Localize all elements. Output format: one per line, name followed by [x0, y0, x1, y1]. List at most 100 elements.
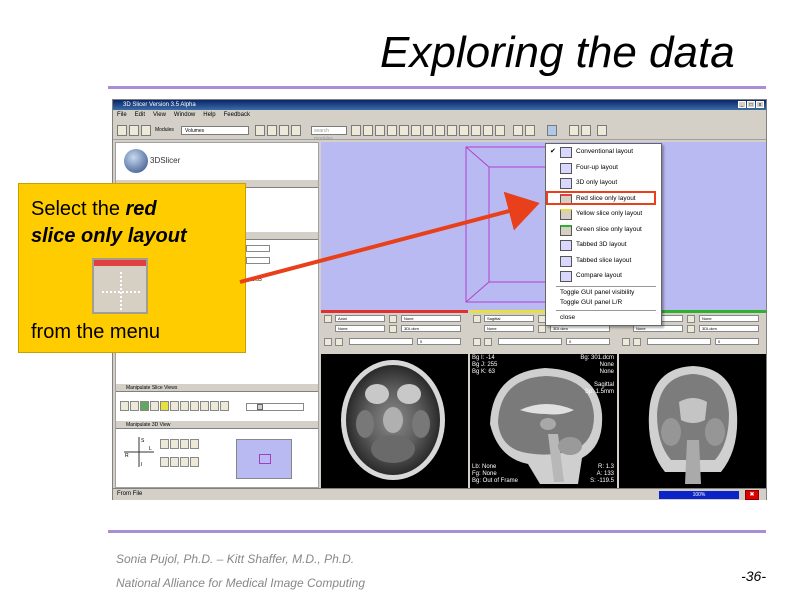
- menu-item-yellow-slice-only-layout[interactable]: Yellow slice only layout: [546, 207, 661, 223]
- tool-button-8[interactable]: [435, 125, 445, 136]
- view3d-tool-8[interactable]: [190, 456, 199, 467]
- tool-button-9[interactable]: [447, 125, 457, 136]
- menu-item-close[interactable]: close: [560, 314, 575, 321]
- yellow-bg-select[interactable]: 3DI.dcm: [550, 325, 610, 332]
- yellow-pin-icon[interactable]: [473, 315, 481, 323]
- module-select[interactable]: Volumes: [181, 126, 249, 135]
- slice-slider[interactable]: [246, 403, 304, 411]
- tool-button-13[interactable]: [495, 125, 505, 136]
- view3d-tool-5[interactable]: [160, 456, 169, 467]
- red-slice-view[interactable]: [321, 354, 468, 488]
- red-bg-select[interactable]: 3DI.dcm: [401, 325, 461, 332]
- slice-tool-1[interactable]: [120, 401, 129, 411]
- red-fg-select[interactable]: None: [401, 315, 461, 322]
- red-fg-icon[interactable]: [389, 315, 397, 323]
- tool-button-1[interactable]: [351, 125, 361, 136]
- yellow-visibility-icon[interactable]: [484, 338, 492, 346]
- green-visibility-icon[interactable]: [633, 338, 641, 346]
- menu-item-tabbed-3d-layout[interactable]: Tabbed 3D layout: [546, 238, 661, 254]
- layout-menu-button[interactable]: [547, 125, 557, 136]
- redo-button[interactable]: [525, 125, 535, 136]
- green-fg-select[interactable]: None: [699, 315, 759, 322]
- view3d-thumbnail[interactable]: [236, 439, 292, 479]
- slice-tool-2[interactable]: [130, 401, 139, 411]
- prev-module-button[interactable]: [255, 125, 265, 136]
- yellow-offset-value[interactable]: 0: [566, 338, 610, 345]
- green-bg-icon[interactable]: [687, 325, 695, 333]
- view3d-tool-6[interactable]: [170, 456, 179, 467]
- red-orientation-select[interactable]: Axial: [335, 315, 385, 322]
- menu-help[interactable]: Help: [203, 110, 215, 120]
- yellow-slice-view[interactable]: Bg I: -14 Bg J: 255 Bg K: 63 Bg: 301.dcm…: [470, 354, 617, 488]
- view3d-tool-3[interactable]: [180, 439, 189, 449]
- slice-tool-6[interactable]: [170, 401, 179, 411]
- green-offset-value[interactable]: 0: [715, 338, 759, 345]
- load-scene-button[interactable]: [117, 125, 127, 136]
- slice-tool-5[interactable]: [160, 401, 169, 411]
- menu-item-toggle-gui-visibility[interactable]: Toggle GUI panel visibility: [560, 289, 634, 296]
- axis-orientation-icon[interactable]: S L R I: [122, 435, 156, 469]
- slice-tool-3[interactable]: [140, 401, 149, 411]
- slice-slider-knob[interactable]: [257, 404, 263, 410]
- undo-button[interactable]: [513, 125, 523, 136]
- slice-tool-9[interactable]: [200, 401, 209, 411]
- menu-file[interactable]: File: [117, 110, 127, 120]
- yellow-link-icon[interactable]: [473, 338, 481, 346]
- slice-tool-11[interactable]: [220, 401, 229, 411]
- tool-button-7[interactable]: [423, 125, 433, 136]
- field-2[interactable]: [246, 257, 270, 264]
- 3d-view[interactable]: [321, 142, 766, 310]
- yellow-label-select[interactable]: None: [484, 325, 534, 332]
- green-offset-slider[interactable]: [647, 338, 711, 345]
- yellow-offset-slider[interactable]: [498, 338, 562, 345]
- slice-tool-4[interactable]: [150, 401, 159, 411]
- panel-header-manipulate-slice[interactable]: Manipulate Slice Views: [116, 383, 318, 392]
- green-label-select[interactable]: None: [633, 325, 683, 332]
- red-link-icon[interactable]: [324, 338, 332, 346]
- menu-item-toggle-gui-lr[interactable]: Toggle GUI panel L/R: [560, 299, 622, 306]
- save-button[interactable]: [129, 125, 139, 136]
- stop-button[interactable]: ✖: [745, 490, 759, 500]
- panel-header-manipulate-3d[interactable]: Manipulate 3D View: [116, 420, 318, 429]
- yellow-orientation-select[interactable]: Sagittal: [484, 315, 534, 322]
- tool-button-2[interactable]: [363, 125, 373, 136]
- menu-feedback[interactable]: Feedback: [224, 110, 250, 120]
- menu-edit[interactable]: Edit: [135, 110, 145, 120]
- toolbar-pin-button-2[interactable]: [581, 125, 591, 136]
- view3d-tool-1[interactable]: [160, 439, 169, 449]
- yellow-bg-icon[interactable]: [538, 325, 546, 333]
- next-module-button[interactable]: [267, 125, 277, 136]
- red-visibility-icon[interactable]: [335, 338, 343, 346]
- red-offset-value[interactable]: 0: [417, 338, 461, 345]
- green-bg-select[interactable]: 3DI.dcm: [699, 325, 759, 332]
- view3d-tool-2[interactable]: [170, 439, 179, 449]
- green-slice-view[interactable]: [619, 354, 766, 488]
- refresh-button[interactable]: [597, 125, 607, 136]
- red-label-select[interactable]: None: [335, 325, 385, 332]
- menu-item-3d-only-layout[interactable]: 3D only layout: [546, 176, 661, 192]
- tool-button-12[interactable]: [483, 125, 493, 136]
- menu-item-green-slice-only-layout[interactable]: Green slice only layout: [546, 223, 661, 239]
- view3d-tool-4[interactable]: [190, 439, 199, 449]
- menu-item-tabbed-slice-layout[interactable]: Tabbed slice layout: [546, 254, 661, 270]
- module-list-button[interactable]: [291, 125, 301, 136]
- red-pin-icon[interactable]: [324, 315, 332, 323]
- tool-button-6[interactable]: [411, 125, 421, 136]
- tool-button-5[interactable]: [399, 125, 409, 136]
- green-link-icon[interactable]: [622, 338, 630, 346]
- toolbar-pin-button[interactable]: [569, 125, 579, 136]
- red-offset-slider[interactable]: [349, 338, 413, 345]
- search-modules-input[interactable]: search modules: [311, 126, 347, 142]
- menu-window[interactable]: Window: [174, 110, 195, 120]
- tool-button-3[interactable]: [375, 125, 385, 136]
- red-bg-icon[interactable]: [389, 325, 397, 333]
- tool-button-10[interactable]: [459, 125, 469, 136]
- tool-button-11[interactable]: [471, 125, 481, 136]
- slice-tool-8[interactable]: [190, 401, 199, 411]
- field-1[interactable]: [246, 245, 270, 252]
- menu-item-four-up-layout[interactable]: Four-up layout: [546, 161, 661, 177]
- view3d-tool-7[interactable]: [180, 456, 189, 467]
- maximize-button[interactable]: □: [747, 101, 755, 108]
- history-button[interactable]: [279, 125, 289, 136]
- menu-item-compare-layout[interactable]: Compare layout: [546, 269, 661, 285]
